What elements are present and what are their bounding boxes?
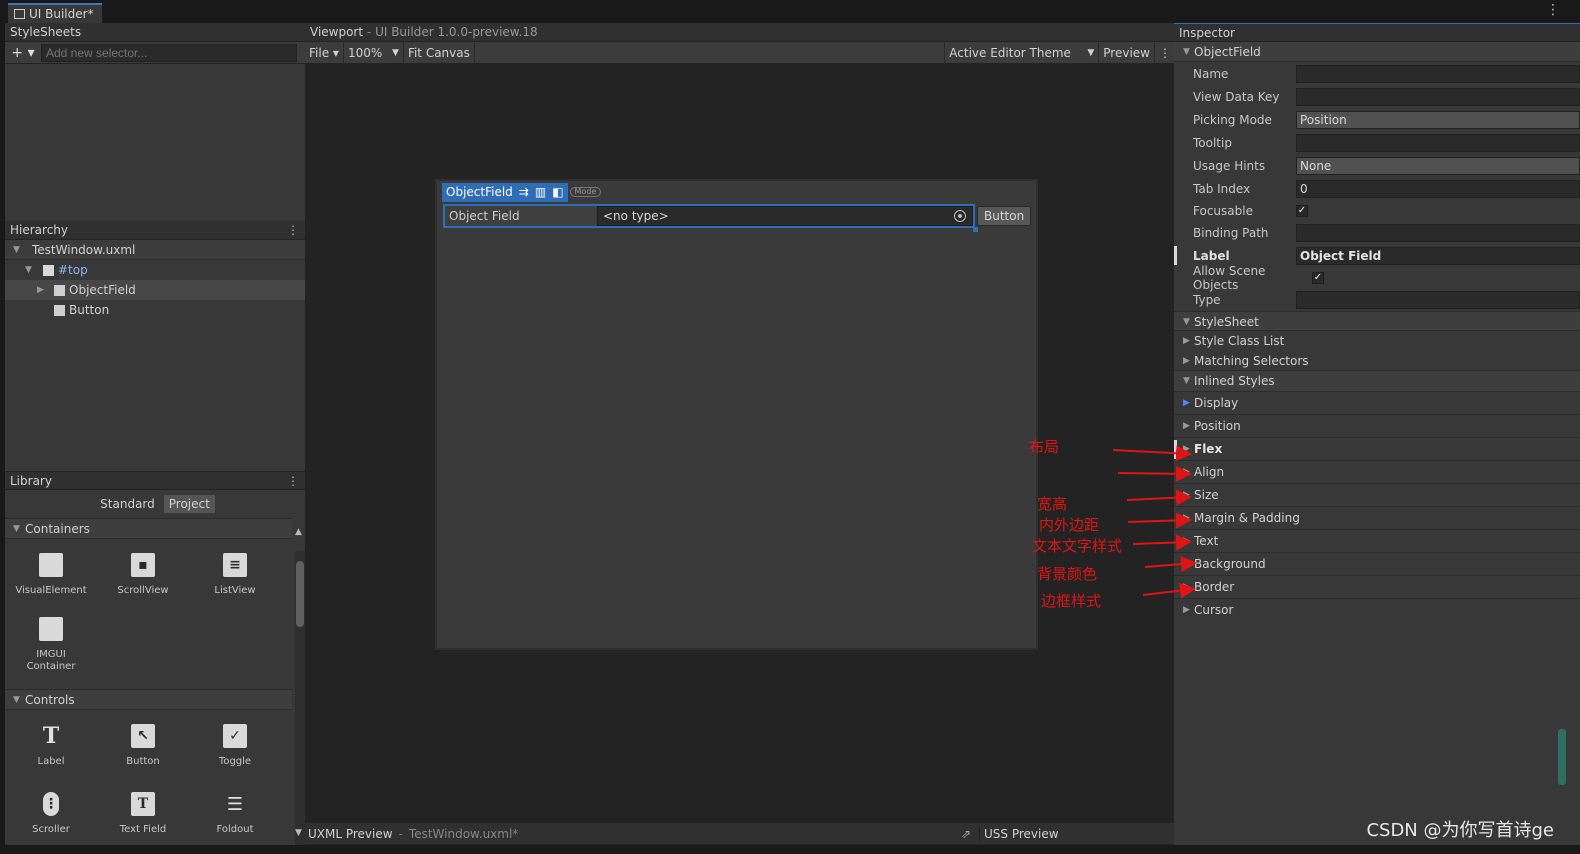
bottom-strip bbox=[0, 845, 1580, 854]
arrow-to-align bbox=[1117, 465, 1192, 482]
arrow-to-margin bbox=[1127, 512, 1192, 529]
annotation-arrows bbox=[1112, 445, 1197, 599]
watermark: CSDN @为你写首诗ge bbox=[1366, 820, 1554, 841]
arrow-to-size bbox=[1126, 489, 1192, 506]
arrow-to-border bbox=[1142, 582, 1196, 599]
arrow-to-flex bbox=[1112, 445, 1192, 462]
arrow-to-background bbox=[1144, 556, 1197, 573]
arrow-to-text bbox=[1132, 534, 1192, 551]
